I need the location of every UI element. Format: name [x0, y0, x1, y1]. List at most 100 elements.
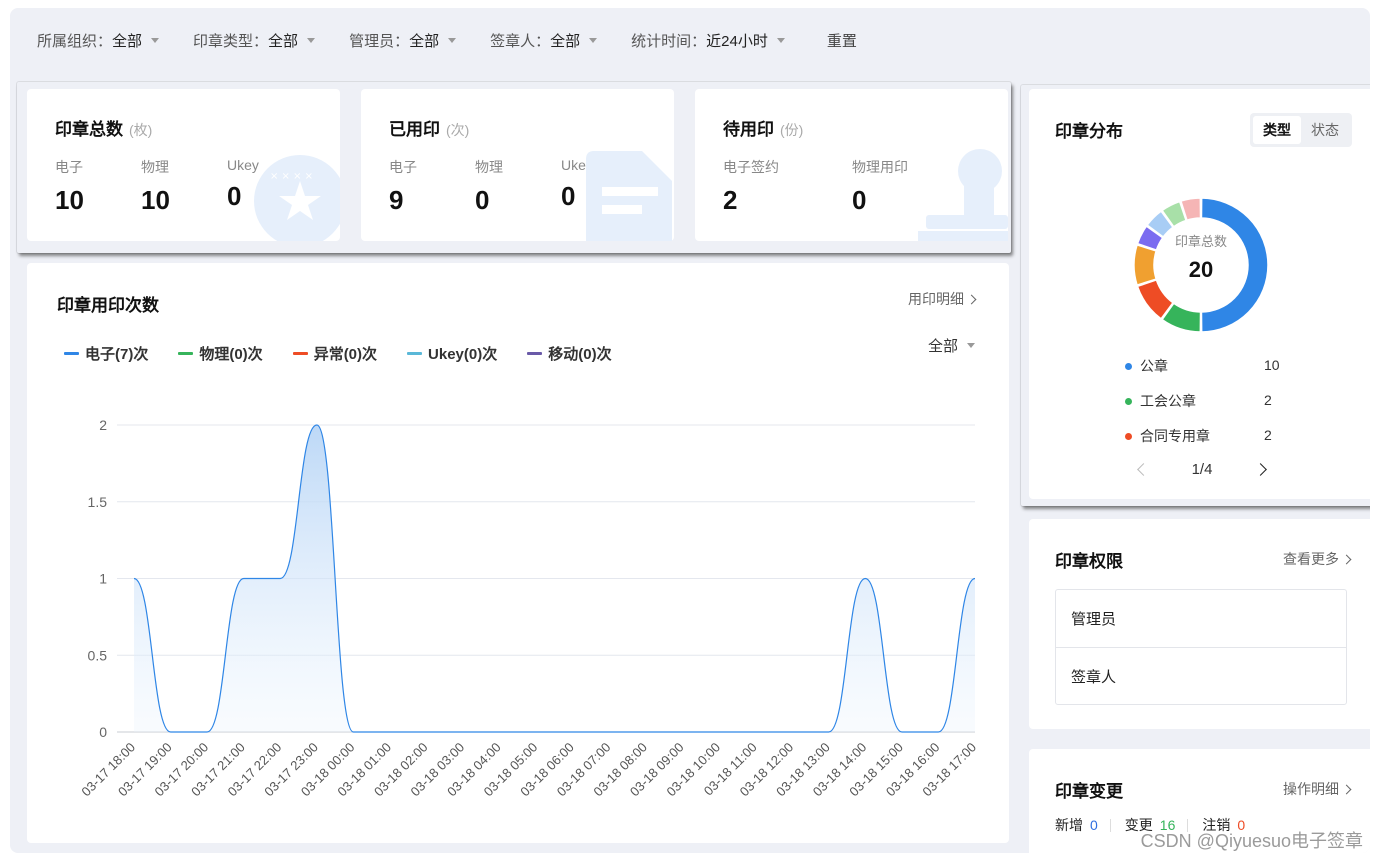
- caret-down-icon: [151, 37, 160, 43]
- divider: [1109, 818, 1111, 832]
- filter-label: 签章人：: [490, 32, 551, 50]
- distribution-card: 印章分布 类型 状态 印章总数 20 公章 10 工会公章 2 合同专用章 2 …: [1029, 89, 1370, 499]
- link-text: 查看更多: [1283, 551, 1339, 567]
- stat-label: 电子: [389, 159, 417, 175]
- filter-admin[interactable]: 管理员： 全部: [349, 30, 457, 51]
- seal-stamp-icon: × × × ×: [254, 155, 340, 241]
- dist-name: 公章: [1140, 358, 1168, 374]
- stat-value: 9: [389, 185, 404, 215]
- stat-title-text: 已用印: [389, 120, 440, 139]
- distribution-pager: 1/4: [1137, 461, 1267, 478]
- stat-item: 电子 10: [55, 157, 84, 216]
- stat-value: 2: [723, 185, 738, 215]
- filter-time-range[interactable]: 统计时间： 近24小时: [631, 30, 785, 51]
- donut-center-label: 印章总数: [1174, 234, 1227, 249]
- stat-title-text: 待用印: [723, 120, 774, 139]
- stat-unit: (份): [780, 122, 804, 138]
- y-tick-label: 1: [99, 571, 107, 587]
- filter-value: 全部: [268, 32, 299, 50]
- stat-item: 物理用印 0: [852, 157, 908, 216]
- filter-value: 全部: [409, 32, 440, 50]
- dist-name: 工会公章: [1140, 393, 1196, 409]
- filter-label: 印章类型：: [193, 32, 269, 50]
- changes-detail-link[interactable]: 操作明细: [1283, 779, 1352, 799]
- permissions-table: 管理员 签章人: [1055, 589, 1347, 705]
- svg-text:× × × ×: × × × ×: [270, 171, 313, 182]
- permission-row-admin[interactable]: 管理员: [1056, 590, 1346, 647]
- usage-chart-card: 印章用印次数 用印明细 电子(7)次 物理(0)次 异常(0)次 Ukey(0)次 移动…: [27, 263, 1009, 843]
- stat-title: 待用印 (份): [723, 115, 803, 140]
- change-label: 新增: [1055, 817, 1083, 833]
- permissions-more-link[interactable]: 查看更多: [1283, 549, 1352, 569]
- stat-unit: (次): [446, 122, 470, 138]
- stat-label: 电子签约: [723, 159, 779, 175]
- document-icon: [586, 151, 672, 241]
- stamp-icon: [918, 149, 1008, 241]
- next-page-icon[interactable]: [1254, 463, 1267, 476]
- y-tick-label: 0: [99, 724, 107, 740]
- tab-status[interactable]: 状态: [1301, 116, 1349, 144]
- permission-row-signer[interactable]: 签章人: [1056, 647, 1346, 704]
- filter-label: 统计时间：: [631, 32, 707, 50]
- caret-down-icon: [307, 37, 316, 43]
- link-text: 操作明细: [1283, 781, 1339, 797]
- y-tick-label: 2: [99, 417, 107, 433]
- filter-value: 近24小时: [706, 32, 768, 50]
- donut-center-value: 20: [1188, 257, 1214, 282]
- dist-value: 2: [1264, 427, 1272, 443]
- stat-value: 10: [55, 185, 84, 215]
- chevron-right-icon: [1341, 554, 1352, 565]
- filter-label: 管理员：: [349, 32, 410, 50]
- dist-name: 合同专用章: [1140, 428, 1210, 444]
- distribution-list-item: 合同专用章: [1125, 426, 1210, 446]
- legend-dot: [1125, 397, 1132, 405]
- distribution-tab-switch: 类型 状态: [1250, 113, 1352, 147]
- dashboard: 所属组织： 全部 印章类型： 全部 管理员： 全部 签章人： 全部 统计时间： …: [10, 8, 1370, 853]
- chevron-right-icon: [1341, 784, 1352, 795]
- stat-value: 10: [141, 185, 170, 215]
- filter-seal-type[interactable]: 印章类型： 全部: [193, 30, 316, 51]
- dist-value: 10: [1264, 357, 1280, 373]
- stat-title-text: 印章总数: [55, 120, 123, 139]
- change-value: 0: [1090, 817, 1098, 833]
- legend-dot: [1125, 362, 1132, 370]
- stat-item: 物理 10: [141, 157, 170, 216]
- prev-page-icon[interactable]: [1137, 463, 1150, 476]
- stat-title: 已用印 (次): [389, 115, 469, 140]
- usage-line-chart: 00.511.5203-17 18:0003-17 19:0003-17 20:…: [78, 417, 979, 799]
- stat-label: 物理: [475, 159, 503, 175]
- change-stat-added: 新增 0: [1055, 815, 1098, 835]
- stat-value: 0: [852, 185, 867, 215]
- y-tick-label: 1.5: [88, 494, 108, 510]
- filter-value: 全部: [550, 32, 581, 50]
- stat-unit: (枚): [129, 122, 153, 138]
- filter-bar: 所属组织： 全部 印章类型： 全部 管理员： 全部 签章人： 全部 统计时间： …: [10, 8, 1370, 72]
- stat-item: 电子签约 2: [723, 157, 779, 216]
- permissions-card: 印章权限 查看更多 管理员 签章人: [1029, 519, 1370, 729]
- caret-down-icon: [776, 37, 785, 43]
- distribution-list-item: 工会公章: [1125, 391, 1196, 411]
- page-indicator: 1/4: [1191, 461, 1213, 478]
- watermark: CSDN @Qiyuesuo电子签章: [1140, 831, 1363, 851]
- dist-value: 2: [1264, 392, 1272, 408]
- stat-value: 0: [475, 185, 490, 215]
- distribution-list-item: 公章: [1125, 356, 1168, 376]
- stat-label: 物理用印: [852, 159, 908, 175]
- filter-label: 所属组织：: [37, 32, 113, 50]
- stat-label: 电子: [55, 159, 83, 175]
- reset-button[interactable]: 重置: [827, 30, 857, 51]
- changes-title: 印章变更: [1055, 782, 1123, 801]
- stat-card-used: 已用印 (次) 电子 9 物理 0 Ukey 0: [361, 89, 674, 241]
- stat-title: 印章总数 (枚): [55, 115, 152, 140]
- filter-value: 全部: [112, 32, 143, 50]
- stat-item: 物理 0: [475, 157, 503, 216]
- stat-label: 物理: [141, 159, 169, 175]
- caret-down-icon: [448, 37, 457, 43]
- stat-item: 电子 9: [389, 157, 417, 216]
- legend-dot: [1125, 432, 1132, 440]
- stat-card-pending: 待用印 (份) 电子签约 2 物理用印 0: [695, 89, 1008, 241]
- filter-organization[interactable]: 所属组织： 全部: [37, 30, 160, 51]
- caret-down-icon: [589, 37, 598, 43]
- tab-type[interactable]: 类型: [1253, 116, 1301, 144]
- filter-signer[interactable]: 签章人： 全部: [490, 30, 598, 51]
